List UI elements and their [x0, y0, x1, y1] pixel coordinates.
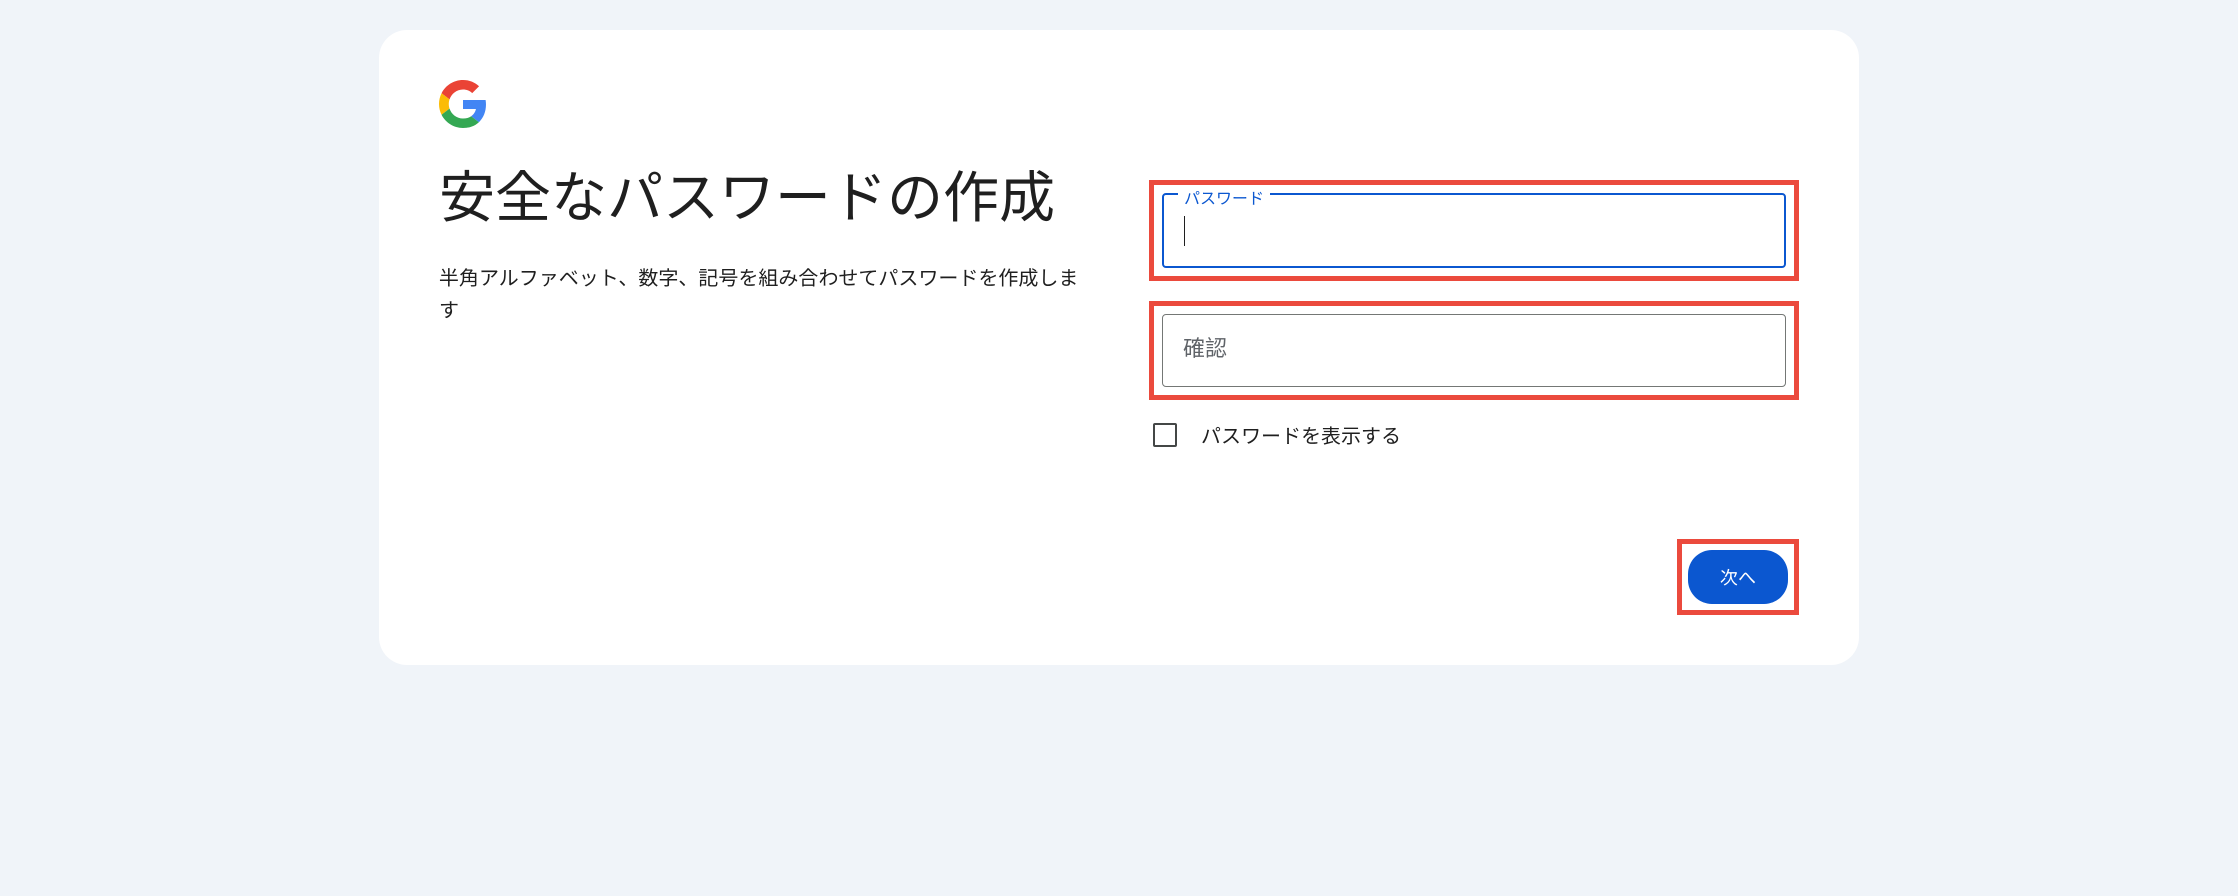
next-button[interactable]: 次へ	[1688, 550, 1788, 604]
confirm-highlight	[1149, 301, 1799, 400]
button-row: 次へ	[1149, 539, 1799, 615]
next-button-highlight: 次へ	[1677, 539, 1799, 615]
confirm-input-wrapper	[1162, 314, 1786, 387]
password-input-wrapper: パスワード	[1162, 193, 1786, 268]
password-label: パスワード	[1178, 185, 1270, 209]
password-highlight: パスワード	[1149, 180, 1799, 281]
confirm-input[interactable]	[1163, 315, 1785, 386]
show-password-label[interactable]: パスワードを表示する	[1201, 420, 1401, 449]
text-cursor-icon	[1184, 216, 1185, 246]
left-section: 安全なパスワードの作成 半角アルファベット、数字、記号を組み合わせてパスワードを…	[439, 80, 1089, 615]
page-title: 安全なパスワードの作成	[439, 158, 1089, 231]
show-password-checkbox[interactable]	[1153, 423, 1177, 447]
right-section: パスワード パスワードを表示する 次へ	[1149, 80, 1799, 615]
google-logo-icon	[439, 80, 487, 128]
show-password-row: パスワードを表示する	[1149, 420, 1799, 449]
page-description: 半角アルファベット、数字、記号を組み合わせてパスワードを作成します	[439, 261, 1089, 325]
signup-card: 安全なパスワードの作成 半角アルファベット、数字、記号を組み合わせてパスワードを…	[379, 30, 1859, 665]
